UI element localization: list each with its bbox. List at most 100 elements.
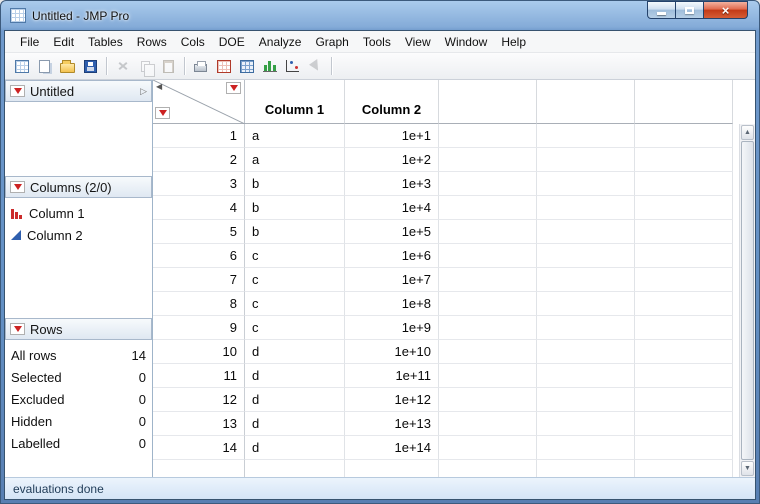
scroll-down-icon[interactable]: ▼ <box>741 461 754 476</box>
empty-cell[interactable] <box>635 268 733 292</box>
scrollbar-thumb[interactable] <box>741 141 754 460</box>
column2-cell[interactable]: 1e+11 <box>345 364 439 388</box>
fit-y-by-x-icon[interactable] <box>281 55 304 77</box>
empty-cell[interactable] <box>439 436 537 460</box>
menu-item[interactable]: Graph <box>308 32 355 52</box>
column1-cell[interactable]: c <box>245 268 345 292</box>
column1-cell[interactable]: d <box>245 412 345 436</box>
empty-cell[interactable] <box>439 196 537 220</box>
new-data-table-icon[interactable] <box>10 55 33 77</box>
empty-cell[interactable] <box>537 388 635 412</box>
column-list-item[interactable]: Column 1 <box>5 202 152 224</box>
menu-item[interactable]: Cols <box>174 32 212 52</box>
new-window-icon[interactable] <box>33 55 56 77</box>
cut-icon[interactable] <box>111 55 134 77</box>
column1-cell[interactable]: b <box>245 196 345 220</box>
empty-cell[interactable] <box>635 196 733 220</box>
empty-cell[interactable] <box>635 292 733 316</box>
column2-cell[interactable]: 1e+3 <box>345 172 439 196</box>
column-header[interactable]: Column 2 <box>345 80 439 124</box>
column1-cell[interactable]: c <box>245 292 345 316</box>
columns-panel-header[interactable]: Columns (2/0) <box>5 176 152 198</box>
empty-cell[interactable] <box>537 172 635 196</box>
menu-item[interactable]: View <box>398 32 438 52</box>
rows-stat-row[interactable]: Labelled 0 <box>5 432 152 454</box>
selection-tool-icon[interactable] <box>304 55 327 77</box>
empty-cell[interactable] <box>635 172 733 196</box>
sidebar-collapse-icon[interactable]: ◀ <box>156 83 162 91</box>
grid-corner-cell[interactable]: ◀ <box>153 80 245 124</box>
empty-cell[interactable] <box>439 124 537 148</box>
column2-cell[interactable]: 1e+5 <box>345 220 439 244</box>
titlebar[interactable]: Untitled - JMP Pro × <box>4 1 756 30</box>
red-triangle-menu-icon[interactable] <box>10 181 25 193</box>
empty-cell[interactable] <box>635 340 733 364</box>
panel-collapse-icon[interactable]: ▷ <box>140 86 147 97</box>
table-panel-header[interactable]: Untitled ▷ <box>5 80 152 102</box>
menu-item[interactable]: Analyze <box>252 32 309 52</box>
empty-cell[interactable] <box>439 244 537 268</box>
empty-cell[interactable] <box>635 412 733 436</box>
column1-cell[interactable]: d <box>245 388 345 412</box>
row-number-cell[interactable]: 6 <box>153 244 245 268</box>
empty-cell[interactable] <box>439 172 537 196</box>
empty-cell[interactable] <box>439 364 537 388</box>
column1-cell[interactable]: b <box>245 220 345 244</box>
row-number-cell[interactable]: 14 <box>153 436 245 460</box>
rows-stat-row[interactable]: Hidden 0 <box>5 410 152 432</box>
scroll-up-icon[interactable]: ▲ <box>741 125 754 140</box>
column2-cell[interactable]: 1e+10 <box>345 340 439 364</box>
data-table-red-icon[interactable] <box>212 55 235 77</box>
rows-menu-red-triangle-icon[interactable] <box>155 107 170 119</box>
empty-cell[interactable] <box>635 316 733 340</box>
vertical-scrollbar[interactable]: ▲ ▼ <box>739 124 755 477</box>
row-number-cell[interactable]: 9 <box>153 316 245 340</box>
close-button[interactable]: × <box>703 1 748 19</box>
column1-cell[interactable]: d <box>245 340 345 364</box>
empty-cell[interactable] <box>439 316 537 340</box>
rows-stat-row[interactable]: Excluded 0 <box>5 388 152 410</box>
empty-cell[interactable] <box>439 268 537 292</box>
red-triangle-menu-icon[interactable] <box>10 85 25 97</box>
row-number-cell[interactable]: 12 <box>153 388 245 412</box>
empty-cell[interactable] <box>537 220 635 244</box>
column-list-item[interactable]: Column 2 <box>5 224 152 246</box>
empty-cell[interactable] <box>439 340 537 364</box>
column1-cell[interactable]: d <box>245 436 345 460</box>
column2-cell[interactable]: 1e+4 <box>345 196 439 220</box>
menu-item[interactable]: Help <box>494 32 533 52</box>
empty-cell[interactable] <box>537 316 635 340</box>
open-icon[interactable] <box>56 55 79 77</box>
red-triangle-menu-icon[interactable] <box>10 323 25 335</box>
row-number-cell[interactable]: 8 <box>153 292 245 316</box>
column2-cell[interactable]: 1e+7 <box>345 268 439 292</box>
column2-cell[interactable]: 1e+9 <box>345 316 439 340</box>
empty-cell[interactable] <box>635 244 733 268</box>
empty-column-header[interactable] <box>537 80 635 124</box>
menu-item[interactable]: Tables <box>81 32 130 52</box>
rows-stat-row[interactable]: All rows 14 <box>5 344 152 366</box>
empty-cell[interactable] <box>537 196 635 220</box>
row-number-cell[interactable]: 11 <box>153 364 245 388</box>
column1-cell[interactable]: c <box>245 244 345 268</box>
menu-item[interactable]: Rows <box>130 32 174 52</box>
empty-cell[interactable] <box>537 148 635 172</box>
menu-item[interactable]: Edit <box>46 32 81 52</box>
row-number-cell[interactable]: 7 <box>153 268 245 292</box>
row-number-cell[interactable]: 3 <box>153 172 245 196</box>
empty-cell[interactable] <box>439 148 537 172</box>
menu-item[interactable]: DOE <box>212 32 252 52</box>
row-number-cell[interactable]: 10 <box>153 340 245 364</box>
column1-cell[interactable]: a <box>245 148 345 172</box>
empty-cell[interactable] <box>537 292 635 316</box>
empty-cell[interactable] <box>537 412 635 436</box>
column2-cell[interactable]: 1e+13 <box>345 412 439 436</box>
distribution-icon[interactable] <box>258 55 281 77</box>
column2-cell[interactable]: 1e+12 <box>345 388 439 412</box>
empty-cell[interactable] <box>635 388 733 412</box>
print-icon[interactable] <box>189 55 212 77</box>
empty-cell[interactable] <box>635 364 733 388</box>
row-number-cell[interactable]: 2 <box>153 148 245 172</box>
empty-cell[interactable] <box>439 292 537 316</box>
column1-cell[interactable]: b <box>245 172 345 196</box>
